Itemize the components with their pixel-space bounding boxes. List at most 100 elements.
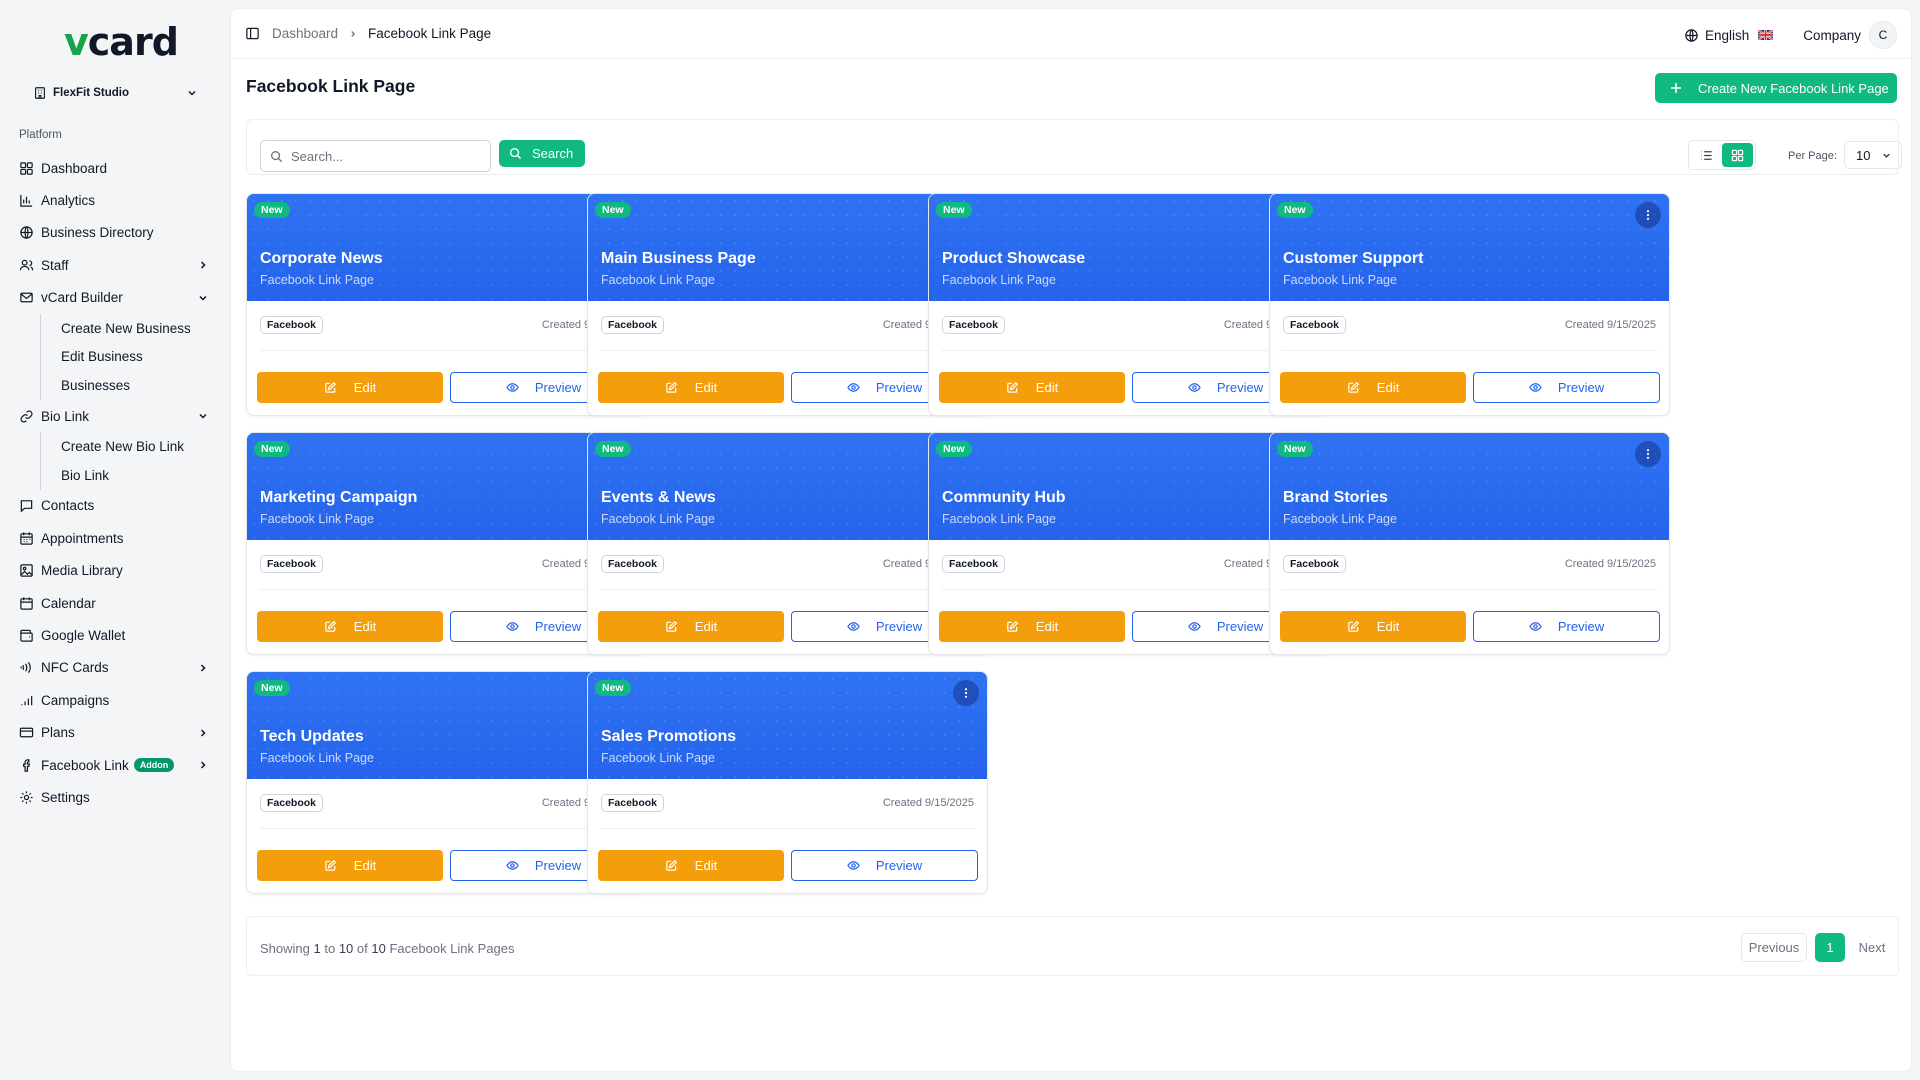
sidebar-item-label: Contacts [41,498,95,514]
breadcrumb-dashboard[interactable]: Dashboard [272,26,338,41]
edit-label: Edit [694,619,718,634]
company-menu[interactable]: Company C [1803,21,1897,49]
previous-page-button[interactable]: Previous [1741,933,1807,962]
link-page-card[interactable]: New Customer Support Facebook Link Page Fac… [1269,193,1670,416]
card-title: Customer Support [1283,250,1424,267]
edit-label: Edit [1035,380,1059,395]
edit-label: Edit [694,858,718,873]
edit-button[interactable]: Edit [939,611,1125,642]
preview-button[interactable]: Preview [1473,611,1660,642]
card-menu-button[interactable] [953,680,979,706]
chevron-right-icon [200,664,206,672]
edit-icon [325,620,336,632]
language-selector[interactable]: English [1684,28,1774,43]
edit-button[interactable]: Edit [598,850,784,881]
sidebar-item-create-new-bio-link[interactable]: Create New Bio Link [61,432,213,461]
search-input[interactable] [291,148,481,164]
sidebar-item-facebook-link[interactable]: Facebook Link Addon [19,749,213,781]
sidebar-item-contacts[interactable]: Contacts [19,490,213,522]
sidebar-item-campaigns[interactable]: Campaigns [19,684,213,716]
sidebar-item-bio-link-list[interactable]: Bio Link [61,461,213,490]
card-menu-button[interactable] [1635,441,1661,467]
sidebar-item-businesses[interactable]: Businesses [61,371,213,400]
divider [259,350,634,351]
divider [259,828,634,829]
divider [600,589,975,590]
grid-view-button[interactable] [1722,143,1753,167]
sidebar-item-nfc-cards[interactable]: NFC Cards [19,652,213,684]
avatar[interactable]: C [1869,21,1897,49]
edit-icon [1007,620,1018,632]
sidebar-item-business-directory[interactable]: Business Directory [19,217,213,249]
eye-icon [1188,383,1201,392]
divider [259,589,634,590]
page-1-button[interactable]: 1 [1815,933,1845,962]
sidebar-item-plans[interactable]: Plans [19,717,213,749]
sidebar-item-edit-business[interactable]: Edit Business [61,343,213,372]
sidebar-item-label: Appointments [41,530,124,546]
edit-button[interactable]: Edit [598,611,784,642]
edit-button[interactable]: Edit [1280,372,1466,403]
search-button[interactable]: Search [499,140,585,167]
edit-icon [666,620,677,632]
sidebar-item-media-library[interactable]: Media Library [19,555,213,587]
card-title: Events & News [601,489,716,506]
preview-label: Preview [875,380,923,395]
eye-icon [1188,622,1201,631]
edit-icon [325,859,336,871]
card-menu-button[interactable] [1635,202,1661,228]
edit-button[interactable]: Edit [257,850,443,881]
chevron-down-icon [199,414,207,419]
sidebar-item-bio-link[interactable]: Bio Link [19,400,213,432]
create-facebook-link-page-button[interactable]: Create New Facebook Link Page [1655,73,1897,103]
eye-icon [506,383,519,392]
edit-label: Edit [353,619,377,634]
sidebar-item-calendar[interactable]: Calendar [19,587,213,619]
sidebar-item-dashboard[interactable]: Dashboard [19,152,213,184]
search-field[interactable] [260,140,491,172]
card-subtitle: Facebook Link Page [1283,273,1397,287]
link-page-card[interactable]: New Brand Stories Facebook Link Page Facebo… [1269,432,1670,655]
list-view-button[interactable] [1691,143,1722,167]
card-header: New Brand Stories Facebook Link Page [1270,433,1669,540]
card-subtitle: Facebook Link Page [601,751,715,765]
next-page-button[interactable]: Next [1852,933,1892,962]
bio-link-submenu: Create New Bio Link Bio Link [40,432,213,490]
sidebar-item-label: Campaigns [41,692,110,708]
card-title: Tech Updates [260,728,364,745]
sidebar-item-label: Business Directory [41,225,154,241]
preview-button[interactable]: Preview [1473,372,1660,403]
chevron-down-icon [199,295,207,301]
edit-button[interactable]: Edit [257,611,443,642]
per-page-select[interactable]: 10 [1844,141,1902,169]
link-page-card[interactable]: New Sales Promotions Facebook Link Page Fac… [587,671,988,894]
edit-button[interactable]: Edit [257,372,443,403]
sidebar-item-staff[interactable]: Staff [19,249,213,281]
app-logo[interactable]: vcard [64,20,179,64]
platform-tag: Facebook [1283,555,1347,573]
card-title: Brand Stories [1283,489,1388,506]
sidebar-item-google-wallet[interactable]: Google Wallet [19,619,213,651]
sidebar-item-settings[interactable]: Settings [19,781,213,813]
created-date: Created 9/15/2025 [882,797,974,809]
sidebar-item-analytics[interactable]: Analytics [19,184,213,216]
platform-tag: Facebook [1283,316,1347,334]
team-switcher[interactable]: FlexFit Studio [33,84,198,102]
facebook-icon [23,758,31,772]
sidebar-item-label: Facebook Link [41,757,129,773]
platform-tag: Facebook [942,555,1006,573]
vcard-builder-submenu: Create New Business Edit Business Busine… [40,313,213,401]
sidebar-nav: Dashboard Analytics Business Directory S… [19,152,213,814]
sidebar-item-vcard-builder[interactable]: vCard Builder [19,282,213,314]
edit-button[interactable]: Edit [598,372,784,403]
sidebar-item-create-new-business[interactable]: Create New Business [61,314,213,343]
edit-button[interactable]: Edit [939,372,1125,403]
new-badge: New [254,680,290,696]
preview-label: Preview [1216,380,1264,395]
edit-button[interactable]: Edit [1280,611,1466,642]
preview-button[interactable]: Preview [791,850,978,881]
sidebar-toggle-icon[interactable] [245,26,260,41]
sidebar-item-appointments[interactable]: Appointments [19,522,213,554]
addon-badge: Addon [133,758,175,773]
grid-icon [1731,149,1744,161]
